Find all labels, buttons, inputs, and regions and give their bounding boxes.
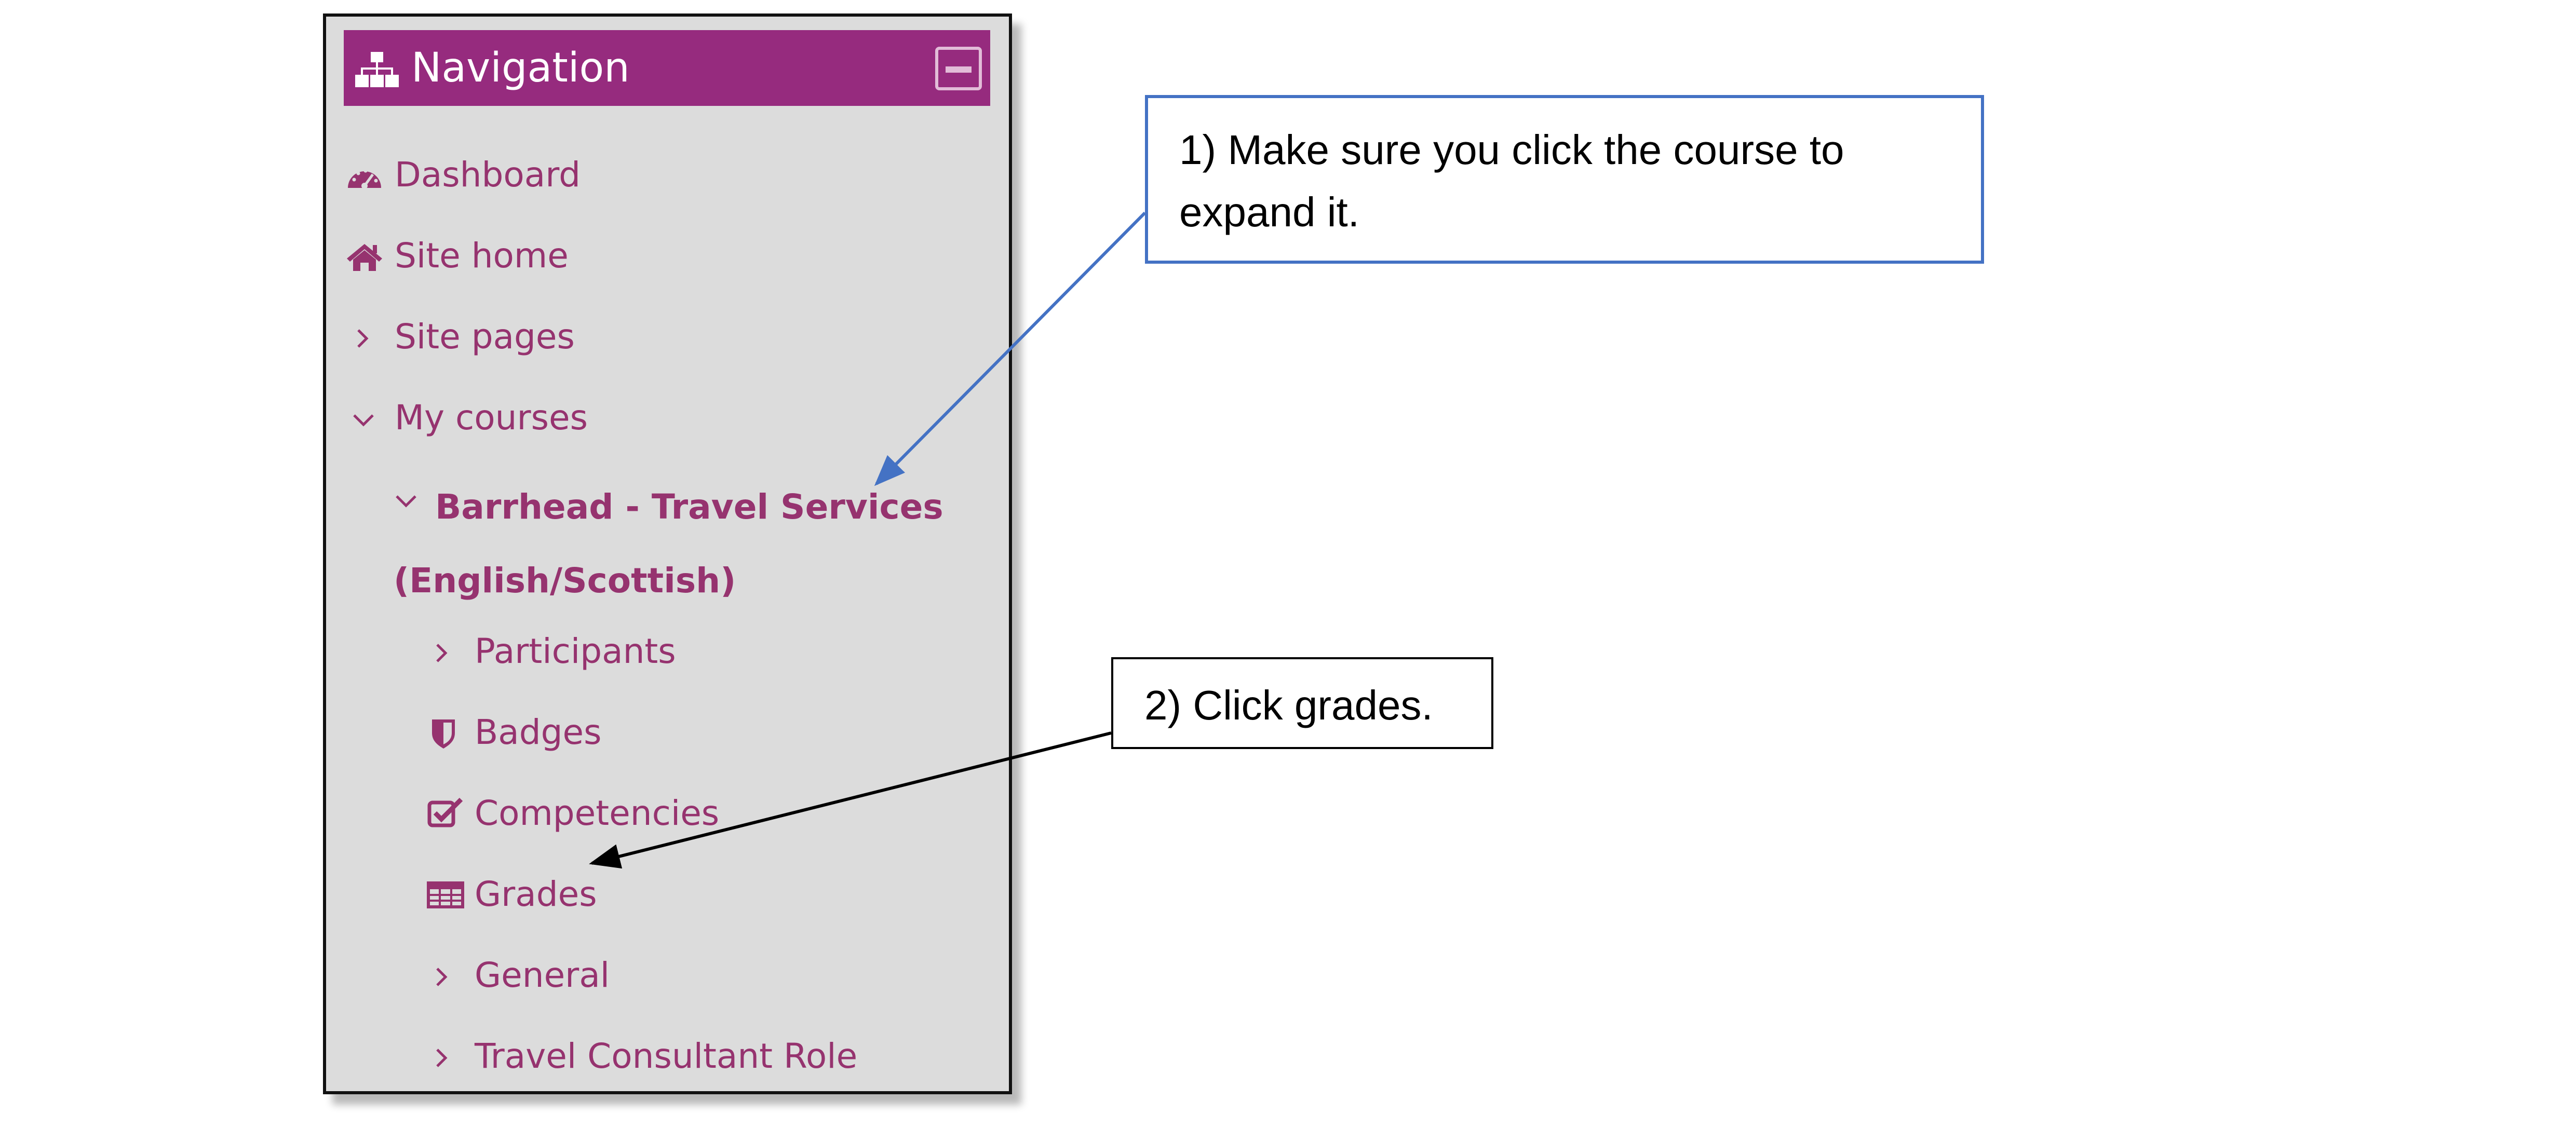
arrow-to-grades xyxy=(589,731,1112,869)
annotation-arrows xyxy=(589,211,1147,869)
arrow-to-course xyxy=(874,211,1147,486)
